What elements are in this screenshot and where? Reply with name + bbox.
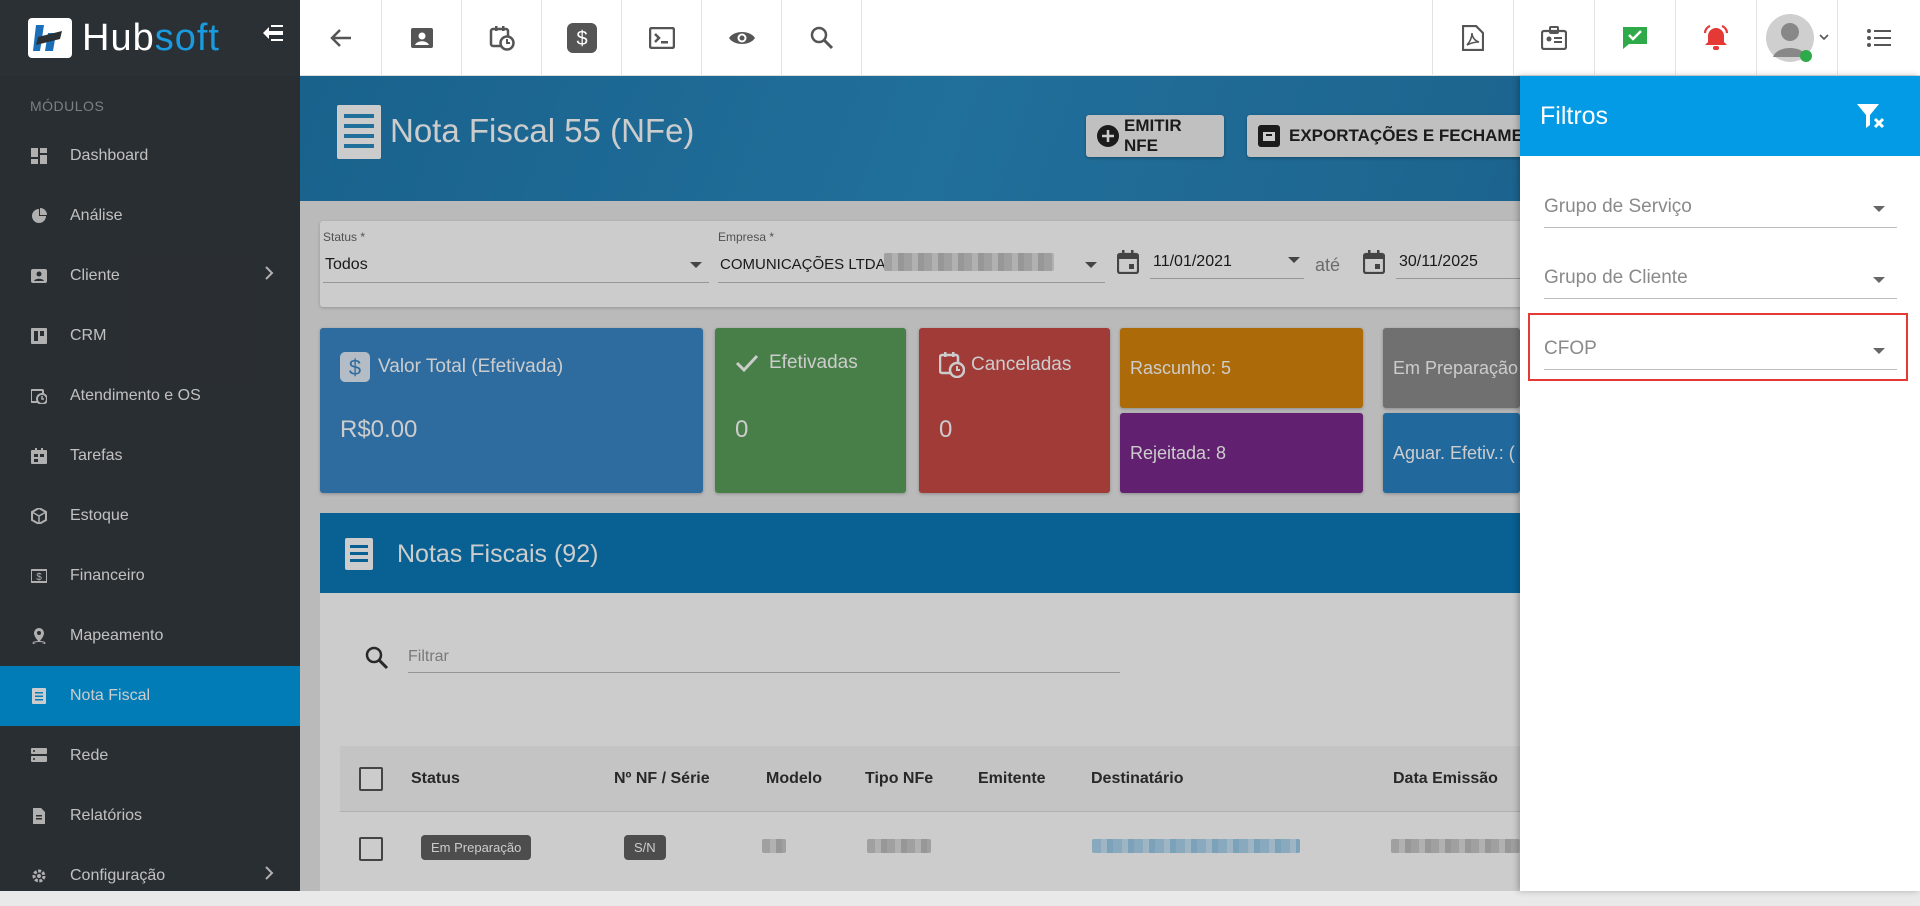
badge-icon	[1540, 26, 1567, 50]
brand-soft: soft	[154, 16, 220, 59]
menu-button[interactable]	[1837, 0, 1920, 76]
sidebar-header: Hubsoft	[0, 0, 300, 76]
chat-button[interactable]	[1594, 0, 1674, 76]
back-arrow-icon	[329, 28, 352, 48]
eye-icon	[728, 29, 756, 47]
terminal-shortcut[interactable]	[622, 0, 702, 76]
grupo-servico-label: Grupo de Serviço	[1544, 196, 1692, 217]
chevron-down-icon	[1873, 277, 1885, 283]
finance-shortcut[interactable]: $	[542, 0, 622, 76]
alarms-button[interactable]	[1675, 0, 1755, 76]
badge-button[interactable]	[1513, 0, 1593, 76]
avatar	[1765, 13, 1815, 63]
pdf-icon	[1461, 25, 1484, 51]
user-menu[interactable]	[1756, 0, 1836, 76]
grupo-cliente-select[interactable]: Grupo de Cliente	[1544, 259, 1897, 299]
search-icon	[810, 26, 834, 50]
hubsoft-logo[interactable]	[28, 18, 72, 58]
collapse-sidebar-icon[interactable]	[262, 24, 284, 42]
clients-shortcut[interactable]	[382, 0, 462, 76]
topbar: $	[300, 0, 1920, 76]
chat-check-icon	[1622, 26, 1648, 50]
search-button[interactable]	[782, 0, 862, 76]
back-button[interactable]	[300, 0, 382, 76]
chevron-down-icon	[1818, 34, 1829, 42]
grupo-cliente-label: Grupo de Cliente	[1544, 267, 1688, 288]
terminal-icon	[648, 27, 675, 49]
brand-name: Hubsoft	[82, 17, 220, 60]
schedule-shortcut[interactable]	[462, 0, 542, 76]
alarm-icon	[1702, 25, 1730, 51]
chevron-down-icon	[1873, 206, 1885, 212]
clear-filter-icon[interactable]	[1856, 102, 1886, 132]
grupo-servico-select[interactable]: Grupo de Serviço	[1544, 188, 1897, 228]
filters-panel-header: Filtros	[1520, 76, 1920, 156]
cfop-highlight-box	[1528, 313, 1908, 381]
pdf-button[interactable]	[1432, 0, 1512, 76]
brand-hub: Hub	[82, 16, 155, 59]
view-shortcut[interactable]	[702, 0, 782, 76]
filters-panel: Filtros Grupo de Serviço Grupo de Client…	[1520, 76, 1920, 891]
list-icon	[1867, 28, 1891, 48]
svg-text:$: $	[576, 28, 587, 50]
contact-card-icon	[410, 27, 434, 49]
filters-panel-title: Filtros	[1540, 101, 1609, 130]
dollar-icon: $	[566, 23, 597, 53]
modal-backdrop[interactable]	[0, 76, 1520, 891]
calendar-clock-icon	[489, 25, 515, 51]
